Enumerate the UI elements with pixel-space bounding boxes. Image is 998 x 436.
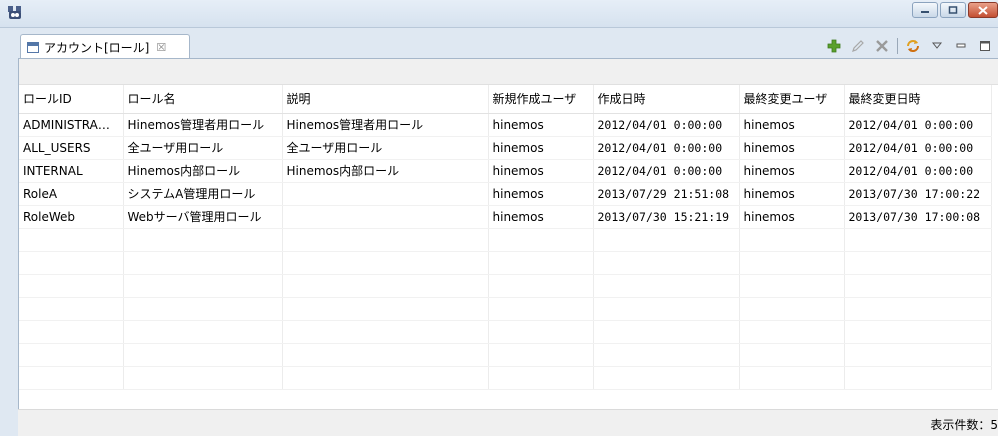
cell-role-name: Hinemos内部ロール xyxy=(123,159,283,183)
column-header-created-at[interactable]: 作成日時 xyxy=(593,85,740,114)
column-header-modified-at[interactable]: 最終変更日時 xyxy=(844,85,992,114)
cell-created-by: hinemos xyxy=(488,159,594,183)
cell-created-by: hinemos xyxy=(488,205,594,229)
refresh-icon xyxy=(907,40,919,52)
minimize-icon xyxy=(956,43,966,48)
cell-role-id: RoleA xyxy=(19,182,124,206)
cell-modified-at: 2012/04/01 0:00:00 xyxy=(844,136,992,160)
column-header-role-name[interactable]: ロール名 xyxy=(123,85,283,114)
cell-description: 全ユーザ用ロール xyxy=(282,136,489,160)
column-header-role-id[interactable]: ロールID xyxy=(19,85,124,114)
window-maximize-button[interactable] xyxy=(940,2,966,18)
table-row[interactable]: ADMINISTRA… Hinemos管理者用ロール Hinemos管理者用ロー… xyxy=(19,113,992,137)
table-row[interactable]: RoleWeb Webサーバ管理用ロール hinemos 2013/07/30 … xyxy=(19,205,992,229)
column-header-description[interactable]: 説明 xyxy=(282,85,489,114)
add-button[interactable] xyxy=(825,37,843,55)
edit-button[interactable] xyxy=(849,37,867,55)
cell-role-name: Hinemos管理者用ロール xyxy=(123,113,283,137)
cell-modified-at: 2013/07/30 17:00:08 xyxy=(844,205,992,229)
close-icon xyxy=(978,5,988,15)
window-close-button[interactable] xyxy=(968,2,998,18)
table-row[interactable]: RoleA システムA管理用ロール hinemos 2013/07/29 21:… xyxy=(19,182,992,206)
window-titlebar xyxy=(0,0,998,28)
add-icon xyxy=(827,39,841,53)
cell-created-at: 2013/07/29 21:51:08 xyxy=(593,182,740,206)
empty-row xyxy=(19,274,992,298)
role-table: ロールID ロール名 説明 新規作成ユーザ 作成日時 最終変更ユーザ 最終変更日… xyxy=(19,85,992,390)
delete-button[interactable] xyxy=(873,37,891,55)
table-row[interactable]: ALL_USERS 全ユーザ用ロール 全ユーザ用ロール hinemos 2012… xyxy=(19,136,992,160)
cell-created-by: hinemos xyxy=(488,182,594,206)
view-icon xyxy=(27,41,39,53)
cell-description: Hinemos管理者用ロール xyxy=(282,113,489,137)
view-maximize-button[interactable] xyxy=(976,37,994,55)
cell-modified-at: 2012/04/01 0:00:00 xyxy=(844,159,992,183)
edit-icon xyxy=(852,40,864,52)
view-tab-bar: アカウント[ロール] ☒ xyxy=(8,28,998,59)
cell-modified-at: 2013/07/30 17:00:22 xyxy=(844,182,992,206)
view-menu-button[interactable] xyxy=(928,37,946,55)
empty-row xyxy=(19,228,992,252)
empty-row xyxy=(19,366,992,390)
view-toolbar xyxy=(825,36,998,56)
cell-role-name: システムA管理用ロール xyxy=(123,182,283,206)
maximize-icon xyxy=(980,41,990,51)
cell-role-name: Webサーバ管理用ロール xyxy=(123,205,283,229)
view-menu-icon xyxy=(931,42,943,49)
minimize-icon xyxy=(921,11,929,13)
window-minimize-button[interactable] xyxy=(912,2,938,18)
app-icon xyxy=(8,6,21,19)
cell-created-by: hinemos xyxy=(488,113,594,137)
cell-modified-at: 2012/04/01 0:00:00 xyxy=(844,113,992,137)
cell-role-id: ADMINISTRA… xyxy=(19,113,124,137)
cell-created-by: hinemos xyxy=(488,136,594,160)
display-count: 表示件数：5 xyxy=(930,418,998,432)
maximize-icon xyxy=(948,6,958,14)
cell-description xyxy=(282,205,489,229)
cell-created-at: 2012/04/01 0:00:00 xyxy=(593,136,740,160)
cell-description xyxy=(282,182,489,206)
cell-modified-by: hinemos xyxy=(739,205,845,229)
tab-close-icon[interactable]: ☒ xyxy=(156,41,166,54)
cell-created-at: 2012/04/01 0:00:00 xyxy=(593,159,740,183)
empty-row xyxy=(19,251,992,275)
column-header-created-by[interactable]: 新規作成ユーザ xyxy=(488,85,594,114)
filter-bar xyxy=(19,59,998,85)
delete-icon xyxy=(876,40,888,52)
tab-account-role[interactable]: アカウント[ロール] ☒ xyxy=(20,34,190,59)
table-row[interactable]: INTERNAL Hinemos内部ロール Hinemos内部ロール hinem… xyxy=(19,159,992,183)
table-header-row: ロールID ロール名 説明 新規作成ユーザ 作成日時 最終変更ユーザ 最終変更日… xyxy=(19,85,992,114)
role-list-panel: ロールID ロール名 説明 新規作成ユーザ 作成日時 最終変更ユーザ 最終変更日… xyxy=(18,58,998,436)
cell-modified-by: hinemos xyxy=(739,136,845,160)
view-minimize-button[interactable] xyxy=(952,37,970,55)
empty-row xyxy=(19,343,992,367)
cell-role-id: RoleWeb xyxy=(19,205,124,229)
toolbar-separator xyxy=(897,38,898,54)
cell-created-at: 2013/07/30 15:21:19 xyxy=(593,205,740,229)
tab-label: アカウント[ロール] xyxy=(44,40,150,55)
cell-modified-by: hinemos xyxy=(739,113,845,137)
cell-role-name: 全ユーザ用ロール xyxy=(123,136,283,160)
empty-row xyxy=(19,320,992,344)
cell-modified-by: hinemos xyxy=(739,182,845,206)
refresh-button[interactable] xyxy=(904,37,922,55)
cell-description: Hinemos内部ロール xyxy=(282,159,489,183)
status-bar: 表示件数：5 xyxy=(18,409,998,436)
cell-modified-by: hinemos xyxy=(739,159,845,183)
empty-row xyxy=(19,297,992,321)
column-header-modified-by[interactable]: 最終変更ユーザ xyxy=(739,85,845,114)
cell-role-id: ALL_USERS xyxy=(19,136,124,160)
cell-created-at: 2012/04/01 0:00:00 xyxy=(593,113,740,137)
cell-role-id: INTERNAL xyxy=(19,159,124,183)
